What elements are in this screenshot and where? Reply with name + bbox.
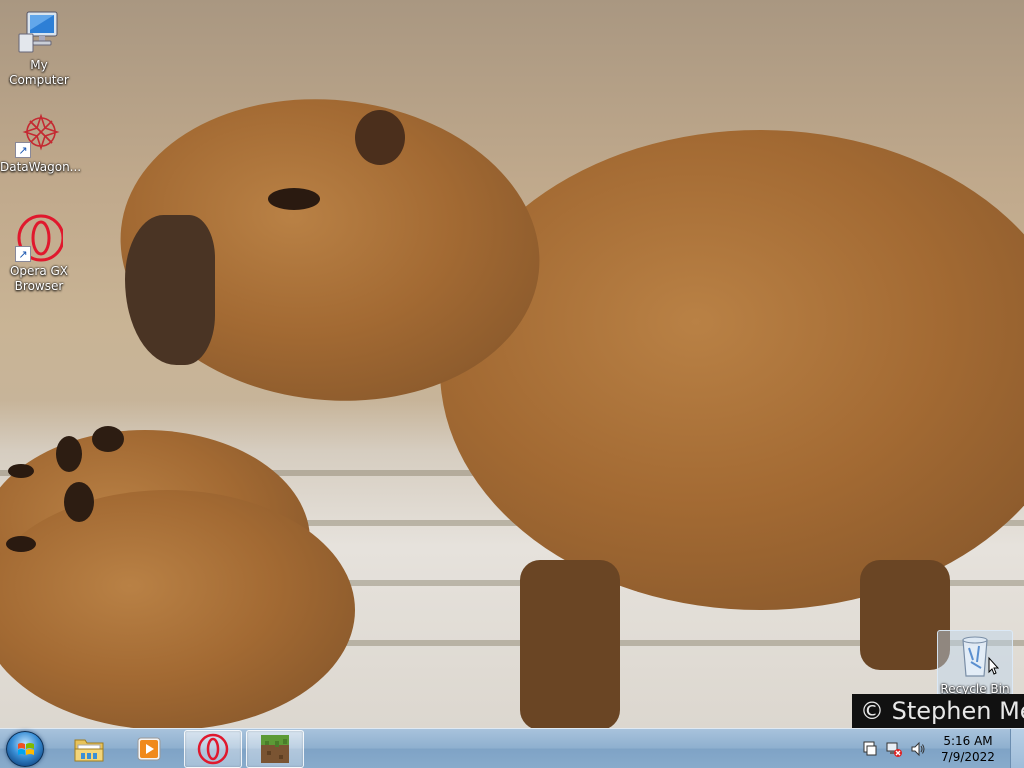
desktop-icon-label: DataWagon... xyxy=(0,160,82,174)
taskbar-opera-gx-button[interactable] xyxy=(184,730,242,768)
opera-gx-icon xyxy=(197,733,229,765)
taskbar-media-player-button[interactable] xyxy=(120,730,178,768)
start-button[interactable] xyxy=(6,731,44,767)
capybara-body xyxy=(440,130,1024,610)
datawagon-icon: ↗ xyxy=(15,110,63,158)
windows-logo-icon xyxy=(18,743,34,755)
taskbar-clock[interactable]: 5:16 AM 7/9/2022 xyxy=(930,733,1006,765)
capybara-ear xyxy=(355,110,405,165)
desktop-icon-my-computer[interactable]: My Computer xyxy=(0,8,78,88)
system-tray: 5:16 AM 7/9/2022 xyxy=(858,729,1024,768)
desktop-icon-datawagon[interactable]: ↗ DataWagon... xyxy=(0,110,82,175)
desktop-icon-opera-gx[interactable]: ↗ Opera GX Browser xyxy=(0,214,78,294)
desktop-icon-label: Opera GX Browser xyxy=(9,264,69,293)
wallpaper-watermark: © Stephen Me xyxy=(852,694,1024,728)
desktop-icon-recycle-bin[interactable]: Recycle Bin xyxy=(936,632,1014,697)
volume-icon[interactable] xyxy=(910,741,926,757)
recycle-bin-icon xyxy=(951,632,1000,680)
minecraft-icon xyxy=(261,735,289,763)
opera-gx-icon: ↗ xyxy=(15,214,65,262)
desktop-wallpaper: My Computer ↗ DataWagon... ↗ Opera GX Br… xyxy=(0,0,1024,728)
folder-icon xyxy=(74,739,104,762)
network-icon[interactable] xyxy=(886,741,902,757)
capybara-baby-ear xyxy=(92,426,124,452)
taskbar-explorer-button[interactable] xyxy=(60,730,118,768)
shortcut-arrow-icon: ↗ xyxy=(15,142,31,158)
capybara-leg xyxy=(520,560,620,728)
taskbar-minecraft-button[interactable] xyxy=(246,730,304,768)
capybara-eye xyxy=(268,188,320,210)
desktop-icon-label: My Computer xyxy=(9,58,69,87)
computer-icon xyxy=(15,8,63,56)
action-center-icon[interactable] xyxy=(862,741,878,757)
show-desktop-button[interactable] xyxy=(1010,729,1024,768)
capybara-baby-ear xyxy=(56,436,82,472)
clock-time: 5:16 AM xyxy=(943,734,993,748)
capybara-baby-eye xyxy=(6,536,36,552)
capybara-baby-ear xyxy=(64,482,94,522)
capybara-snout xyxy=(125,215,215,365)
capybara-baby-body xyxy=(0,490,355,728)
taskbar: 5:16 AM 7/9/2022 xyxy=(0,728,1024,768)
media-player-icon xyxy=(137,737,161,761)
capybara-baby-eye xyxy=(8,464,34,478)
clock-date: 7/9/2022 xyxy=(941,750,995,764)
shortcut-arrow-icon: ↗ xyxy=(15,246,31,262)
